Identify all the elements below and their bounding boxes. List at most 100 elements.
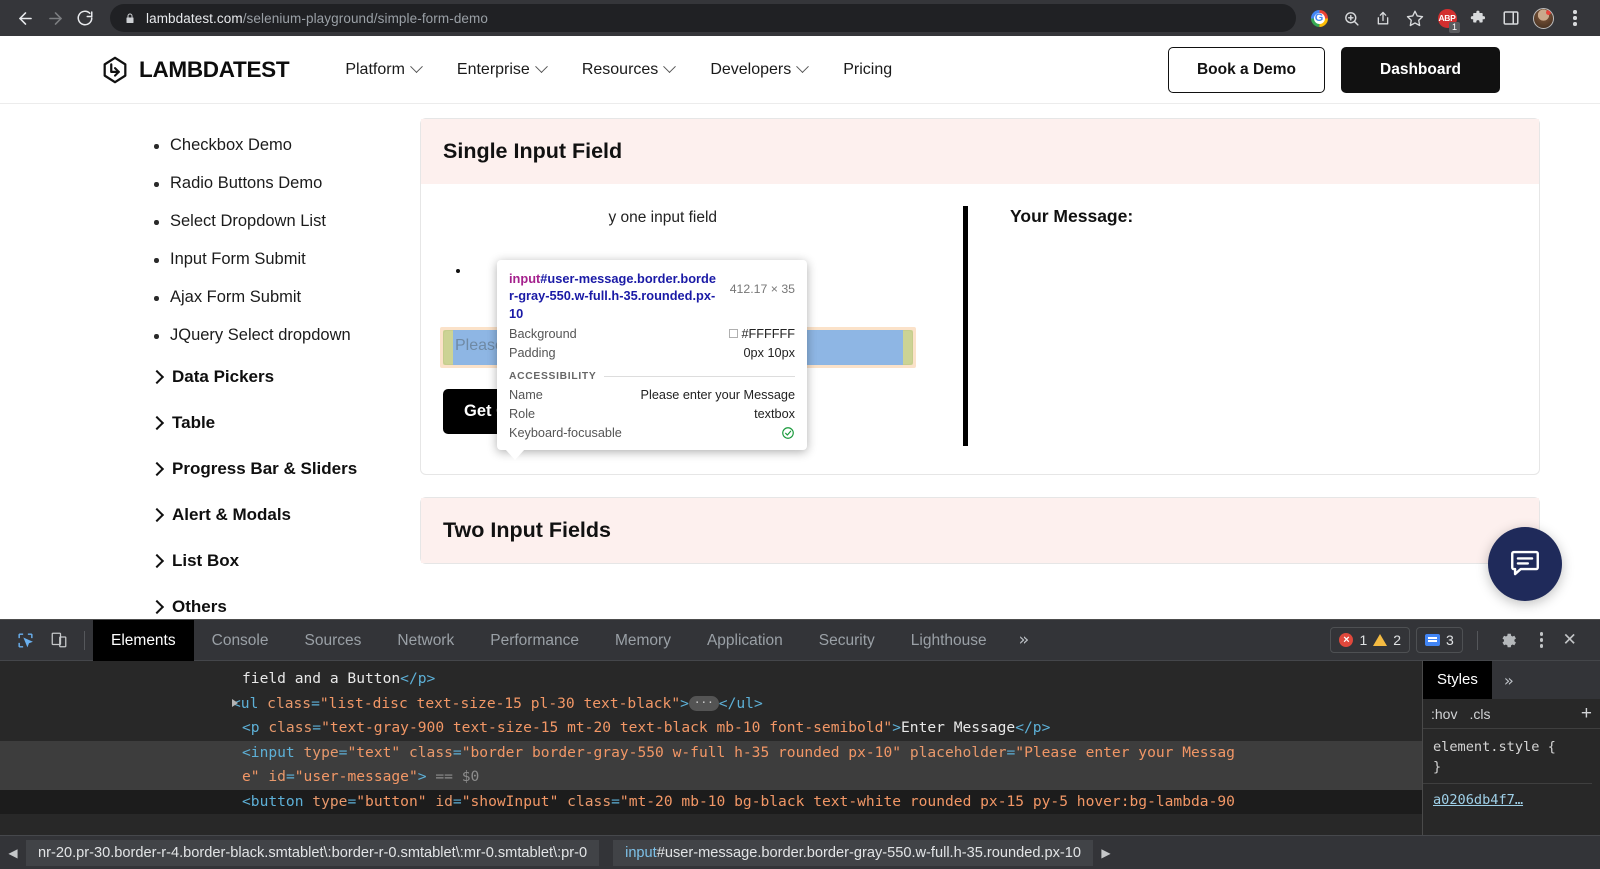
- tooltip-accessibility-header: ACCESSIBILITY: [509, 371, 795, 382]
- card-header: Two Input Fields: [421, 498, 1539, 563]
- adblock-plus-icon[interactable]: ABP 1: [1432, 3, 1462, 33]
- screen-root: lambdatest.com/selenium-playground/simpl…: [0, 0, 1600, 869]
- breadcrumb-item-parent[interactable]: nr-20.pr-30.border-r-4.border-black.smta…: [26, 839, 600, 866]
- breadcrumb-scroll-left-icon[interactable]: ◀: [0, 846, 26, 860]
- chevron-down-icon: [534, 60, 548, 74]
- accessibility-label: ACCESSIBILITY: [509, 370, 597, 382]
- collapsed-children-icon[interactable]: ···: [688, 696, 719, 711]
- lambdatest-logo[interactable]: LAMBDATEST: [100, 55, 290, 85]
- dom-line[interactable]: <button type="button" id="showInput" cla…: [0, 789, 1422, 814]
- sidebar-group-table[interactable]: Table: [150, 400, 420, 446]
- tooltip-value-text: Please enter your Message: [640, 387, 795, 402]
- breadcrumb-tag: input: [625, 844, 657, 861]
- expand-triangle-icon[interactable]: [232, 698, 238, 707]
- dom-line-selected-cont[interactable]: e" id="user-message"> == $0: [0, 765, 1422, 790]
- sidebar-item-jquery-select-dropdown[interactable]: JQuery Select dropdown: [150, 316, 420, 354]
- more-tabs-icon[interactable]: »: [1005, 630, 1043, 650]
- dom-line[interactable]: <p class="text-gray-900 text-size-15 mt-…: [0, 716, 1422, 741]
- tab-elements[interactable]: Elements: [93, 619, 194, 661]
- book-a-demo-button[interactable]: Book a Demo: [1167, 46, 1326, 93]
- element-style-rule[interactable]: element.style {: [1433, 737, 1592, 757]
- dashboard-button[interactable]: Dashboard: [1341, 46, 1500, 93]
- dom-line-selected[interactable]: <input type="text" class="border border-…: [0, 740, 1422, 765]
- tooltip-row-a11y-focusable: Keyboard-focusable: [509, 426, 795, 440]
- dom-breadcrumb-bar: ◀ nr-20.pr-30.border-r-4.border-black.sm…: [0, 835, 1600, 869]
- side-panel-icon[interactable]: [1496, 3, 1526, 33]
- new-style-rule-button[interactable]: +: [1581, 704, 1592, 723]
- tab-application[interactable]: Application: [689, 620, 801, 661]
- output-column: Your Message:: [990, 206, 1517, 446]
- element-style-rule-close: }: [1433, 759, 1442, 775]
- gear-icon[interactable]: [1492, 625, 1526, 655]
- issue-counters[interactable]: × 1 2: [1330, 627, 1411, 653]
- nav-item-pricing[interactable]: Pricing: [843, 61, 892, 79]
- share-icon[interactable]: [1368, 3, 1398, 33]
- dom-line[interactable]: field and a Button</p>: [0, 667, 1422, 692]
- dom-line[interactable]: <ul class="list-disc text-size-15 pl-30 …: [0, 692, 1422, 717]
- devtools-panel: Elements Console Sources Network Perform…: [0, 619, 1600, 869]
- zoom-search-icon[interactable]: [1336, 3, 1366, 33]
- breadcrumb-classes: #user-message.border.border-gray-550.w-f…: [656, 844, 1081, 861]
- forward-arrow-icon[interactable]: [40, 3, 70, 33]
- nav-label: Resources: [581, 60, 659, 78]
- tab-sources[interactable]: Sources: [287, 620, 380, 661]
- matched-rule-selector[interactable]: a0206db4f7…: [1433, 790, 1592, 810]
- your-message-label: Your Message:: [1010, 206, 1134, 226]
- vertical-divider: [963, 206, 968, 446]
- close-icon[interactable]: ✕: [1557, 628, 1586, 652]
- tab-console[interactable]: Console: [194, 620, 287, 661]
- tooltip-row-padding: Padding 0px 10px: [509, 346, 795, 360]
- cls-toggle[interactable]: .cls: [1469, 706, 1490, 722]
- tooltip-value: #FFFFFF: [729, 327, 795, 341]
- reload-icon[interactable]: [70, 3, 100, 33]
- browser-action-icons: ABP 1: [1304, 3, 1590, 33]
- tooltip-key: Padding: [509, 345, 556, 360]
- breadcrumb-item-current[interactable]: input #user-message.border.border-gray-55…: [613, 839, 1093, 866]
- bookmark-star-icon[interactable]: [1400, 3, 1430, 33]
- chrome-menu-kebab-icon[interactable]: [1560, 3, 1590, 33]
- sidebar-item-select-dropdown-list[interactable]: Select Dropdown List: [150, 202, 420, 240]
- hov-toggle[interactable]: :hov: [1431, 706, 1457, 722]
- sidebar-group-data-pickers[interactable]: Data Pickers: [150, 354, 420, 400]
- nav-item-resources[interactable]: Resources: [581, 60, 677, 79]
- nav-item-developers[interactable]: Developers: [710, 60, 810, 79]
- card-title: Two Input Fields: [443, 518, 612, 542]
- check-circle-icon: [781, 426, 795, 440]
- extensions-puzzle-icon[interactable]: [1464, 3, 1494, 33]
- sidebar-item-checkbox-demo[interactable]: Checkbox Demo: [150, 126, 420, 164]
- toolbar-divider: [84, 630, 85, 650]
- sidebar-group-alert-modals[interactable]: Alert & Modals: [150, 492, 420, 538]
- message-counter[interactable]: 3: [1416, 627, 1463, 653]
- chat-widget-button[interactable]: [1488, 527, 1562, 601]
- sidebar-item-input-form-submit[interactable]: Input Form Submit: [150, 240, 420, 278]
- sidebar-group-progress-bar-sliders[interactable]: Progress Bar & Sliders: [150, 446, 420, 492]
- inspect-element-icon[interactable]: [8, 625, 42, 655]
- styles-more-icon[interactable]: »: [1492, 671, 1526, 690]
- tab-performance[interactable]: Performance: [472, 620, 597, 661]
- toolbar-divider: [1476, 630, 1478, 650]
- device-toolbar-icon[interactable]: [42, 625, 76, 655]
- profile-avatar-icon[interactable]: [1528, 3, 1558, 33]
- error-count: 1: [1359, 632, 1368, 648]
- nav-item-platform[interactable]: Platform: [345, 60, 423, 79]
- tab-memory[interactable]: Memory: [597, 620, 689, 661]
- sidebar-item-ajax-form-submit[interactable]: Ajax Form Submit: [150, 278, 420, 316]
- warning-count: 2: [1393, 632, 1402, 648]
- back-arrow-icon[interactable]: [10, 3, 40, 33]
- tab-security[interactable]: Security: [801, 620, 893, 661]
- tooltip-value-text: textbox: [754, 406, 795, 421]
- tab-lighthouse[interactable]: Lighthouse: [893, 620, 1005, 661]
- tab-styles[interactable]: Styles: [1423, 661, 1492, 699]
- tooltip-key: Background: [509, 326, 577, 341]
- kebab-menu-icon[interactable]: [1532, 632, 1552, 648]
- tab-network[interactable]: Network: [379, 620, 472, 661]
- tooltip-selector-classes: #user-message.border.border-gray-550.w-f…: [509, 271, 716, 321]
- nav-label: Platform: [345, 60, 405, 78]
- nav-item-enterprise[interactable]: Enterprise: [457, 60, 548, 79]
- sidebar-group-list-box[interactable]: List Box: [150, 538, 420, 584]
- address-bar[interactable]: lambdatest.com/selenium-playground/simpl…: [110, 4, 1296, 32]
- sidebar-group-others[interactable]: Others: [150, 584, 420, 619]
- sidebar-item-radio-buttons-demo[interactable]: Radio Buttons Demo: [150, 164, 420, 202]
- google-lens-icon[interactable]: [1304, 3, 1334, 33]
- breadcrumb-scroll-right-icon[interactable]: ▶: [1093, 846, 1119, 860]
